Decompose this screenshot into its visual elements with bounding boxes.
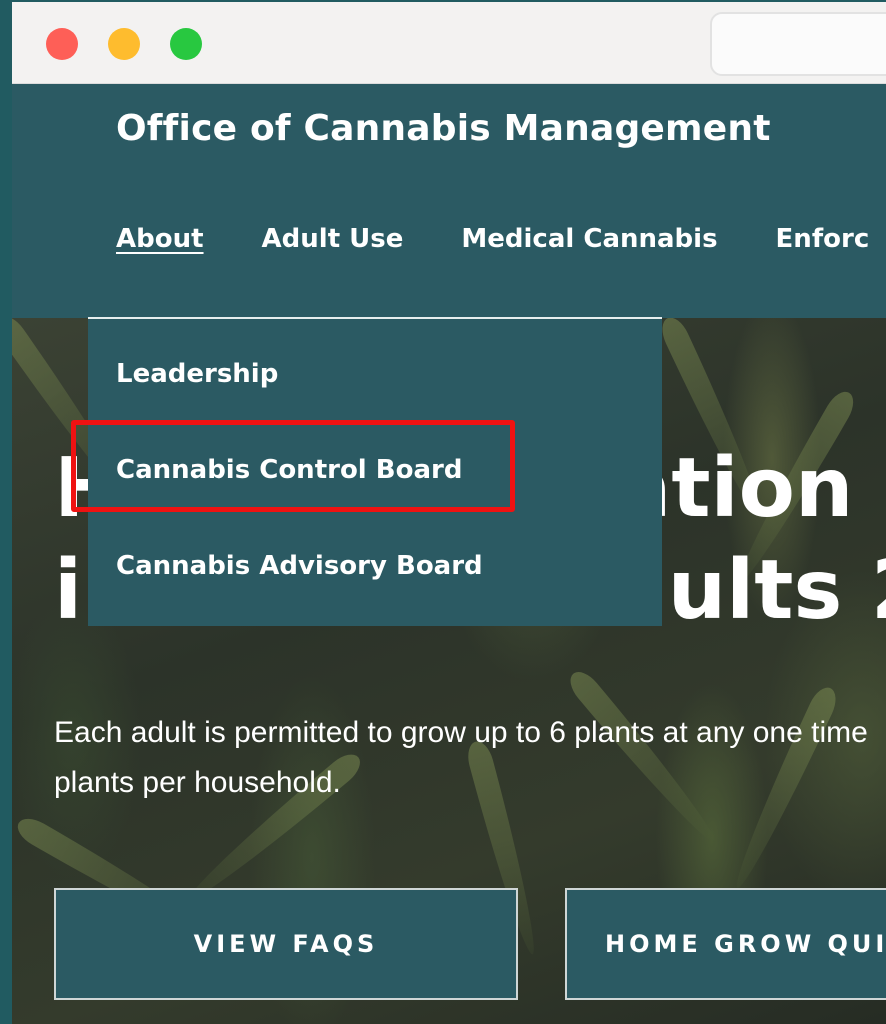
hero-description-line: plants per household. — [54, 766, 341, 799]
browser-chrome — [12, 2, 886, 84]
nav-item-medical-cannabis[interactable]: Medical Cannabis — [461, 224, 717, 264]
dropdown-item-leadership[interactable]: Leadership — [116, 359, 278, 389]
about-dropdown-menu: Leadership Cannabis Control Board Cannab… — [88, 317, 662, 626]
nav-item-about[interactable]: About — [116, 224, 204, 264]
main-nav: About Adult Use Medical Cannabis Enforc — [116, 224, 869, 264]
home-grow-guide-button[interactable]: HOME GROW QUICK — [565, 888, 886, 1000]
minimize-window-button[interactable] — [108, 28, 140, 60]
close-window-button[interactable] — [46, 28, 78, 60]
maximize-window-button[interactable] — [170, 28, 202, 60]
dropdown-item-cannabis-control-board[interactable]: Cannabis Control Board — [116, 455, 462, 485]
address-bar[interactable] — [710, 12, 886, 76]
nav-item-adult-use[interactable]: Adult Use — [262, 224, 404, 264]
window-edge — [0, 0, 12, 1024]
hero-description-line: Each adult is permitted to grow up to 6 … — [54, 716, 868, 749]
site-header: Office of Cannabis Management About Adul… — [12, 84, 886, 318]
nav-item-enforcement[interactable]: Enforc — [776, 224, 870, 264]
hero-description: Each adult is permitted to grow up to 6 … — [54, 708, 868, 808]
view-faqs-button[interactable]: VIEW FAQS — [54, 888, 518, 1000]
dropdown-item-cannabis-advisory-board[interactable]: Cannabis Advisory Board — [116, 551, 483, 581]
site-title[interactable]: Office of Cannabis Management — [116, 108, 771, 149]
